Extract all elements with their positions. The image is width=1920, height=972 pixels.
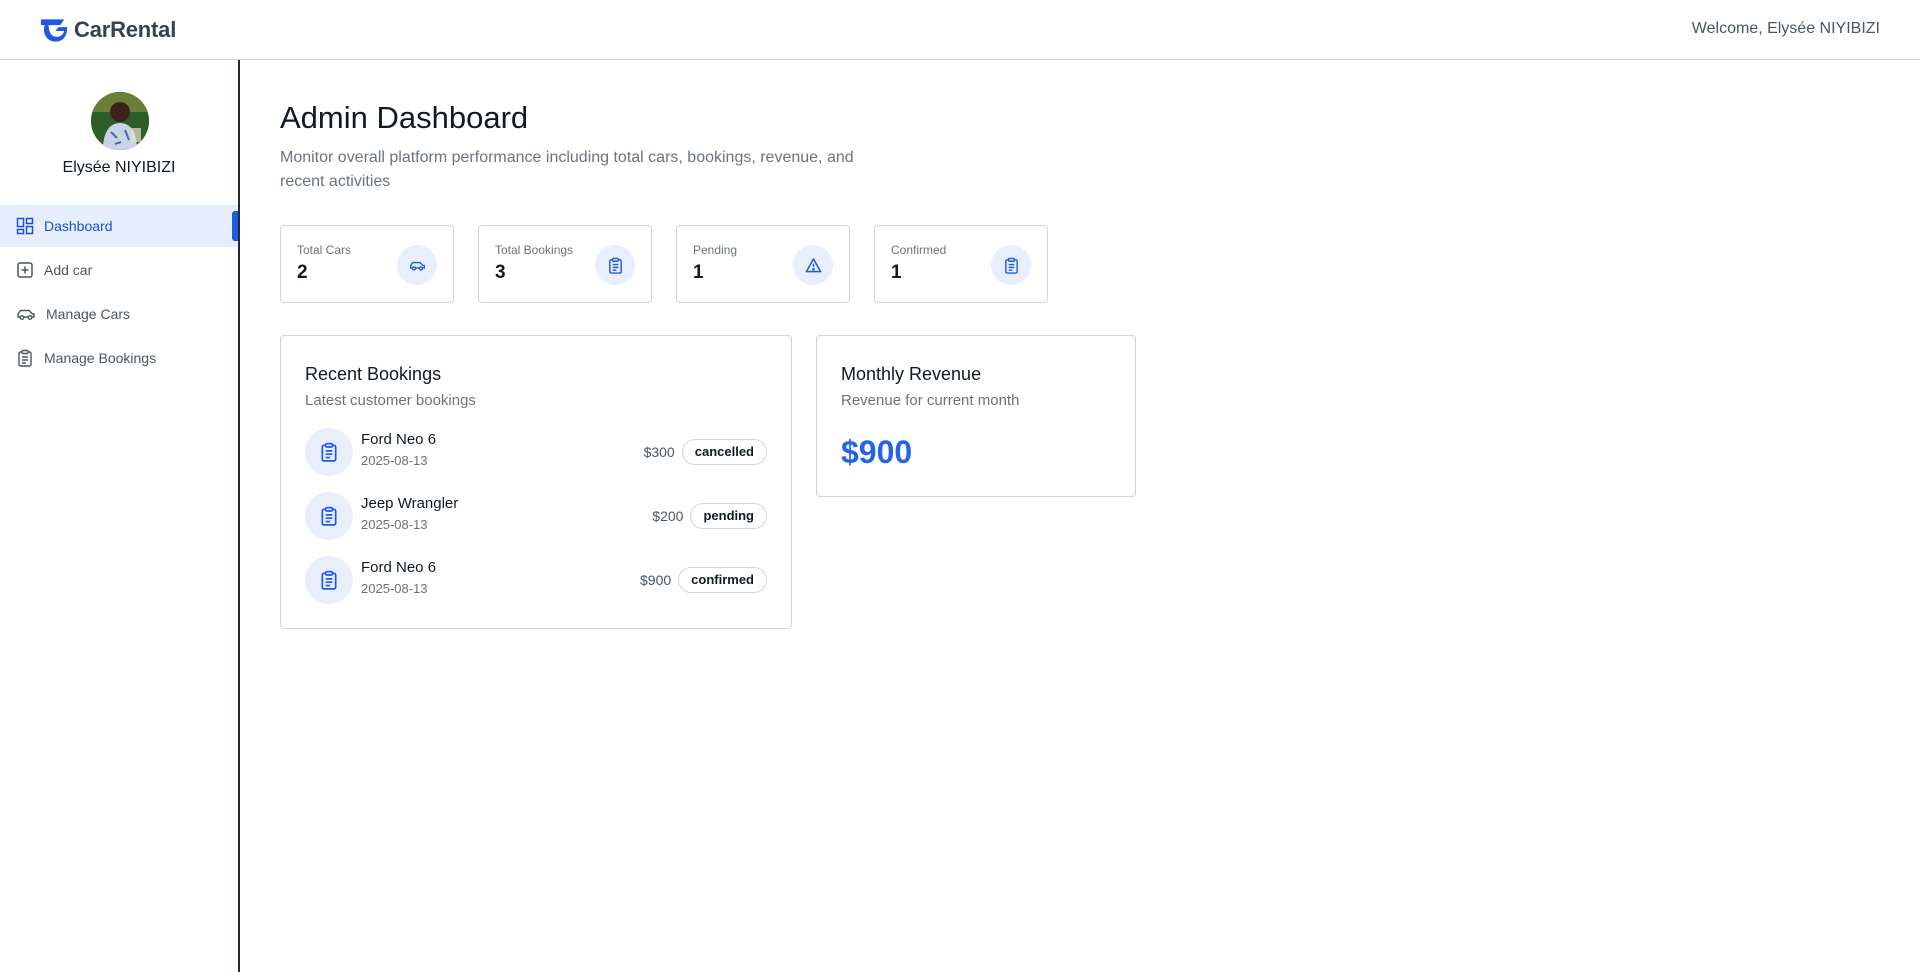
booking-date: 2025-08-13 [361, 517, 428, 532]
stat-card-total-cars: Total Cars 2 [280, 225, 454, 303]
card-subtitle: Revenue for current month [841, 392, 1020, 409]
booking-car-name: Ford Neo 6 [361, 431, 437, 448]
booking-icon-badge [305, 556, 353, 604]
stat-icon-badge [595, 245, 635, 285]
sidebar: Elysée NIYIBIZI Dashboard Add car Manage… [0, 60, 240, 972]
booking-car-name: Jeep Wrangler [361, 495, 459, 512]
booking-date: 2025-08-13 [361, 453, 428, 468]
clipboard-icon [321, 442, 337, 462]
stat-value: 1 [693, 262, 704, 283]
sidebar-nav: Dashboard Add car Manage Cars Manage Boo… [0, 205, 238, 381]
stat-label: Confirmed [891, 243, 947, 257]
booking-row[interactable]: Jeep Wrangler 2025-08-13 $200 pending [305, 492, 767, 540]
stat-card-confirmed: Confirmed 1 [874, 225, 1048, 303]
sidebar-item-manage-bookings[interactable]: Manage Bookings [0, 337, 238, 379]
brand-name: CarRental [74, 17, 177, 42]
status-badge: pending [690, 503, 767, 529]
booking-date: 2025-08-13 [361, 581, 428, 596]
clipboard-icon [1004, 257, 1018, 274]
booking-row[interactable]: Ford Neo 6 2025-08-13 $300 cancelled [305, 428, 767, 476]
stat-card-total-bookings: Total Bookings 3 [478, 225, 652, 303]
stat-label: Total Cars [297, 243, 352, 257]
monthly-revenue-card: Monthly Revenue Revenue for current mont… [816, 335, 1136, 497]
booking-amount: $900 [640, 572, 672, 588]
avatar[interactable] [91, 92, 149, 150]
clipboard-icon [608, 257, 622, 274]
stat-label: Total Bookings [495, 243, 574, 257]
recent-bookings-card: Recent Bookings Latest customer bookings… [280, 335, 792, 629]
warning-icon [805, 257, 821, 272]
car-icon [409, 261, 425, 271]
plus-square-icon [17, 262, 33, 278]
sidebar-item-label: Manage Bookings [44, 350, 157, 366]
sidebar-item-label: Manage Cars [46, 306, 131, 322]
avatar-image [91, 92, 149, 150]
sidebar-item-dashboard[interactable]: Dashboard [0, 205, 238, 247]
welcome-text: Welcome, Elysée NIYIBIZI [1691, 20, 1880, 37]
dashboard-icon [16, 217, 34, 235]
card-subtitle: Latest customer bookings [305, 392, 476, 409]
sidebar-item-label: Add car [44, 262, 93, 278]
booking-icon-badge [305, 492, 353, 540]
sidebar-user-name: Elysée NIYIBIZI [62, 159, 176, 176]
status-badge: cancelled [681, 439, 767, 465]
clipboard-icon [321, 506, 337, 526]
page-subtitle: Monitor overall platform performance inc… [280, 149, 854, 190]
stat-value: 3 [495, 262, 506, 283]
booking-amount: $200 [652, 508, 684, 524]
card-title: Monthly Revenue [841, 364, 982, 384]
sidebar-item-add-car[interactable]: Add car [0, 249, 238, 291]
car-icon [17, 309, 35, 320]
booking-amount: $300 [643, 444, 675, 460]
booking-icon-badge [305, 428, 353, 476]
booking-row[interactable]: Ford Neo 6 2025-08-13 $900 confirmed [305, 556, 767, 604]
stat-value: 2 [297, 262, 308, 283]
stat-icon-badge [397, 245, 437, 285]
stat-icon-badge [991, 245, 1031, 285]
booking-car-name: Ford Neo 6 [361, 559, 437, 576]
sidebar-item-label: Dashboard [44, 218, 113, 234]
sidebar-item-manage-cars[interactable]: Manage Cars [0, 293, 238, 335]
carrental-logo-icon [40, 19, 68, 42]
brand-logo[interactable]: CarRental [38, 16, 176, 44]
page-title: Admin Dashboard [280, 100, 529, 135]
clipboard-icon [321, 570, 337, 590]
stat-label: Pending [693, 243, 738, 257]
status-badge: confirmed [678, 567, 767, 593]
revenue-value: $900 [841, 434, 913, 470]
top-bar: CarRental Welcome, Elysée NIYIBIZI [0, 0, 1920, 60]
card-title: Recent Bookings [305, 364, 442, 384]
stat-value: 1 [891, 262, 902, 283]
stat-card-pending: Pending 1 [676, 225, 850, 303]
stat-icon-badge [793, 245, 833, 285]
clipboard-icon [18, 349, 32, 367]
